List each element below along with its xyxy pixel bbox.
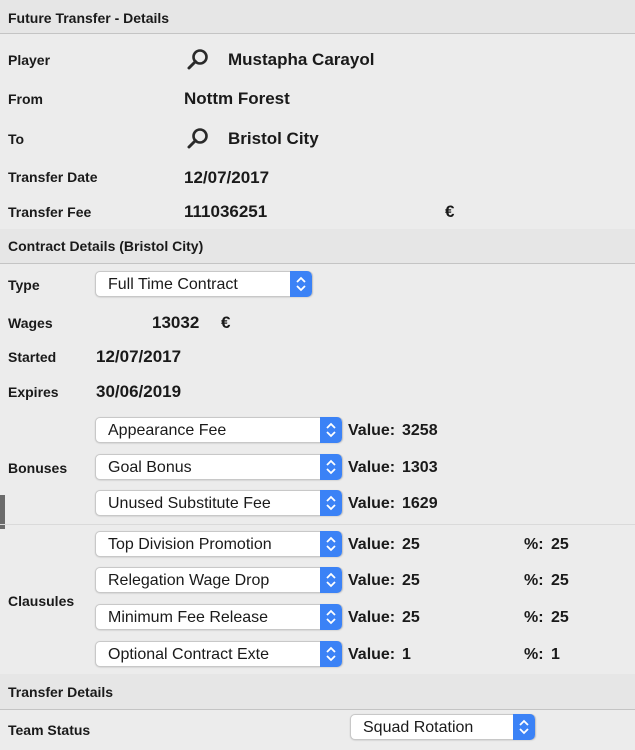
clausule-type: Top Division Promotion bbox=[108, 536, 272, 553]
future-transfer-details-panel: Future Transfer - Details Player Mustaph… bbox=[0, 0, 635, 750]
chevron-updown-icon bbox=[290, 271, 312, 297]
transfer-fee-value: 111036251 bbox=[184, 202, 268, 221]
magnifier-icon[interactable] bbox=[186, 47, 210, 71]
transfer-fee-label: Transfer Fee bbox=[8, 204, 92, 220]
bonuses-label: Bonuses bbox=[8, 460, 68, 476]
to-club[interactable]: Bristol City bbox=[228, 129, 319, 149]
bonus-type: Unused Substitute Fee bbox=[108, 495, 271, 512]
started-value: 12/07/2017 bbox=[96, 347, 182, 366]
chevron-updown-icon bbox=[320, 454, 342, 480]
bonus-type: Appearance Fee bbox=[108, 422, 227, 439]
transfer-date-value: 12/07/2017 bbox=[184, 168, 270, 187]
transfer-date-label: Transfer Date bbox=[8, 169, 98, 185]
bonus-type: Goal Bonus bbox=[108, 459, 192, 476]
team-status-select[interactable]: Squad Rotation bbox=[350, 714, 536, 740]
clausule-select[interactable]: Optional Contract Exte bbox=[95, 641, 343, 667]
clausule-value-label: Value: bbox=[348, 572, 396, 589]
chevron-updown-icon bbox=[320, 417, 342, 443]
panel-title: Future Transfer - Details bbox=[8, 10, 170, 26]
clausule-type: Optional Contract Exte bbox=[108, 646, 269, 663]
team-status-value: Squad Rotation bbox=[363, 719, 474, 736]
chevron-updown-icon bbox=[320, 641, 342, 667]
chevron-updown-icon bbox=[320, 490, 342, 516]
bonus-value: 1303 bbox=[402, 459, 438, 476]
player-label: Player bbox=[8, 52, 51, 68]
to-label: To bbox=[8, 131, 25, 147]
clausule-pct: 25 bbox=[551, 609, 569, 626]
bonus-value-label: Value: bbox=[348, 422, 396, 439]
wages-value: 13032 bbox=[152, 313, 200, 332]
clausule-value-label: Value: bbox=[348, 646, 396, 663]
contract-details-header: Contract Details (Bristol City) bbox=[0, 229, 635, 264]
bonus-value-label: Value: bbox=[348, 459, 396, 476]
divider bbox=[0, 524, 635, 525]
transfer-fee-currency: € bbox=[445, 202, 455, 221]
expires-value: 30/06/2019 bbox=[96, 382, 182, 401]
clausule-value-label: Value: bbox=[348, 536, 396, 553]
bonus-select[interactable]: Goal Bonus bbox=[95, 454, 343, 480]
clausule-value: 1 bbox=[402, 646, 411, 663]
clausule-select[interactable]: Minimum Fee Release bbox=[95, 604, 343, 630]
magnifier-icon[interactable] bbox=[186, 126, 210, 150]
clausule-select[interactable]: Top Division Promotion bbox=[95, 531, 343, 557]
contract-type-value: Full Time Contract bbox=[108, 276, 238, 293]
clausule-type: Minimum Fee Release bbox=[108, 609, 269, 626]
chevron-updown-icon bbox=[320, 567, 342, 593]
clausules-label: Clausules bbox=[8, 593, 75, 609]
clausule-select[interactable]: Relegation Wage Drop bbox=[95, 567, 343, 593]
type-label: Type bbox=[8, 277, 40, 293]
bonus-select[interactable]: Unused Substitute Fee bbox=[95, 490, 343, 516]
team-status-label: Team Status bbox=[8, 722, 91, 738]
transfer-details-title: Transfer Details bbox=[8, 684, 114, 700]
panel-header: Future Transfer - Details bbox=[0, 0, 635, 34]
wages-currency: € bbox=[221, 313, 231, 332]
bonus-select[interactable]: Appearance Fee bbox=[95, 417, 343, 443]
clausule-pct-label: %: bbox=[524, 536, 544, 553]
clausule-pct: 25 bbox=[551, 572, 569, 589]
clausule-pct-label: %: bbox=[524, 646, 544, 663]
contract-type-select[interactable]: Full Time Contract bbox=[95, 271, 313, 297]
chevron-updown-icon bbox=[320, 604, 342, 630]
clausule-value: 25 bbox=[402, 536, 420, 553]
clausule-pct: 25 bbox=[551, 536, 569, 553]
contract-details-title: Contract Details (Bristol City) bbox=[8, 238, 204, 254]
clausule-pct-label: %: bbox=[524, 572, 544, 589]
wages-label: Wages bbox=[8, 315, 53, 331]
from-club: Nottm Forest bbox=[184, 89, 290, 108]
started-label: Started bbox=[8, 349, 57, 365]
bonus-value: 1629 bbox=[402, 495, 438, 512]
clausule-value-label: Value: bbox=[348, 609, 396, 626]
clausule-type: Relegation Wage Drop bbox=[108, 572, 270, 589]
transfer-details-header: Transfer Details bbox=[0, 674, 635, 710]
bonus-value: 3258 bbox=[402, 422, 438, 439]
chevron-updown-icon bbox=[513, 714, 535, 740]
chevron-updown-icon bbox=[320, 531, 342, 557]
clausule-value: 25 bbox=[402, 572, 420, 589]
expires-label: Expires bbox=[8, 384, 59, 400]
clausule-value: 25 bbox=[402, 609, 420, 626]
clausule-pct: 1 bbox=[551, 646, 560, 663]
clausule-pct-label: %: bbox=[524, 609, 544, 626]
bonus-value-label: Value: bbox=[348, 495, 396, 512]
player-name[interactable]: Mustapha Carayol bbox=[228, 50, 374, 70]
from-label: From bbox=[8, 91, 43, 107]
